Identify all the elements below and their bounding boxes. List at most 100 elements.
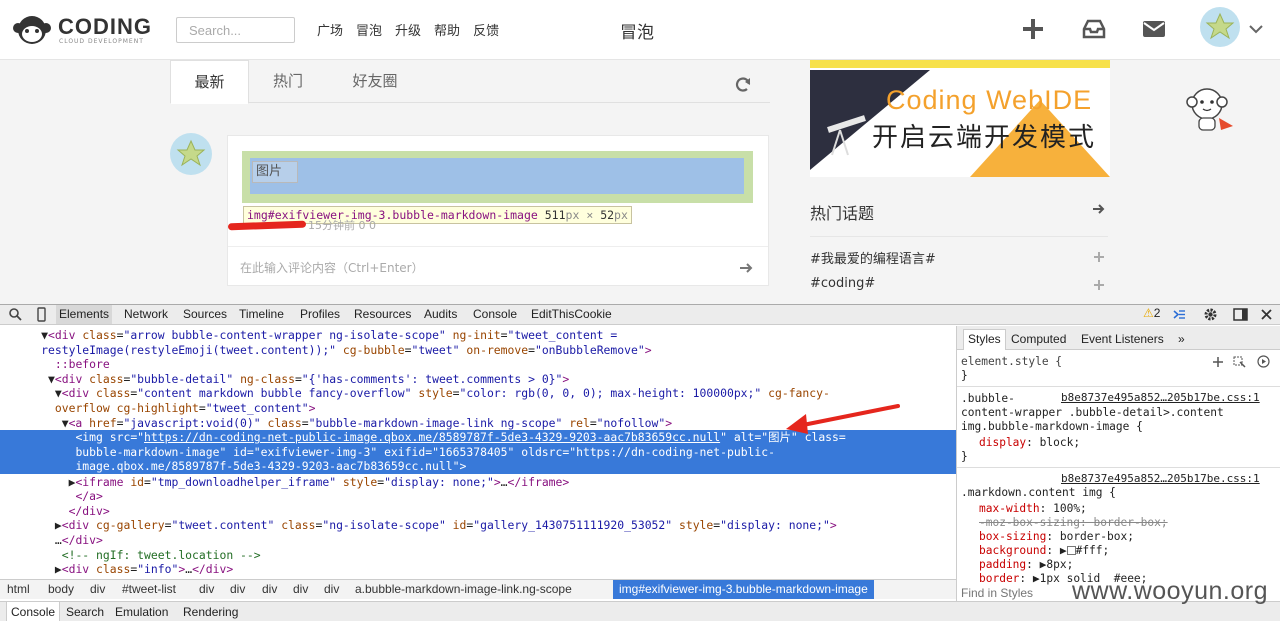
dom-node[interactable]: ▼<div class="arrow bubble-content-wrappe… [0,328,956,343]
nav-link-upgrade[interactable]: 升级 [395,20,421,39]
drawer-tab-search[interactable]: Search [66,602,104,621]
devtools-tab-elements[interactable]: Elements [56,305,113,324]
user-avatar[interactable] [1200,7,1240,47]
css-property-name: background [979,544,1047,557]
comment-input[interactable]: 在此输入评论内容（Ctrl+Enter） [240,259,424,276]
crumb-img-selected[interactable]: img#exifviewer-img-3.bubble-markdown-ima… [613,580,874,599]
devtools-tab-resources[interactable]: Resources [354,305,411,324]
author-avatar[interactable] [170,133,212,175]
tab-event-listeners[interactable]: Event Listeners [1081,330,1164,350]
nav-link-feedback[interactable]: 反馈 [473,20,499,39]
devtools-tab-editthiscookie[interactable]: EditThisCookie [531,305,612,324]
tooltip-width: 511 [544,208,566,222]
crumb-div[interactable]: div [324,580,339,599]
rule-selector[interactable]: .bubble- [961,392,1015,405]
dom-node[interactable]: ▼<a href="javascript:void(0)" class="bub… [0,416,956,431]
devtools-tab-profiles[interactable]: Profiles [300,305,340,324]
banner-subtitle: 开启云端开发模式 [872,123,1097,153]
dom-node[interactable]: ▶<div class="info">…</div> [0,562,956,577]
tab-latest[interactable]: 最新 [170,60,249,104]
inbox-icon[interactable] [1081,16,1107,42]
tooltip-unit-h: px [614,208,628,222]
plus-icon[interactable] [1093,251,1105,263]
drawer-tab-emulation[interactable]: Emulation [115,602,168,621]
devtools-tab-network[interactable]: Network [124,305,168,324]
devtools-panel: Elements Network Sources Timeline Profil… [0,304,1280,621]
plus-icon[interactable] [1020,16,1046,42]
tab-computed[interactable]: Computed [1011,330,1066,350]
comment-divider [228,246,768,247]
warning-count-value: 2 [1153,306,1161,320]
chevron-down-icon[interactable] [1247,20,1265,38]
rule-source-link[interactable]: b8e8737e495a852…205b17be.css:1 [1061,391,1260,404]
css-property-overridden[interactable]: -moz-box-sizing: border-box; [979,516,1168,529]
crumb-html[interactable]: html [7,580,30,599]
crumb-div[interactable]: div [230,580,245,599]
device-mode-icon[interactable] [34,307,49,322]
refresh-icon[interactable] [734,76,752,94]
gear-icon[interactable] [1203,307,1218,322]
dom-node[interactable]: ▼<div class="bubble-detail" ng-class="{'… [0,372,956,387]
add-rule-icon[interactable] [1212,356,1224,368]
search-input[interactable] [176,17,295,43]
dom-node[interactable]: ▶<iframe id="tmp_downloadhelper_iframe" … [0,475,956,490]
dom-node[interactable]: <!-- ngIf: tweet.location --> [0,548,956,563]
nav-link-square[interactable]: 广场 [317,20,343,39]
dom-node[interactable]: ▶<div cg-gallery="tweet.content" class="… [0,518,956,533]
crumb-div[interactable]: div [199,580,214,599]
devtools-tab-audits[interactable]: Audits [424,305,457,324]
star-avatar-icon [176,139,206,167]
css-property[interactable]: max-width: 100%; [979,502,1087,515]
dom-node[interactable]: ::before [0,357,956,372]
rule-selector[interactable]: content-wrapper .bubble-detail>.content [961,406,1224,419]
topic-item[interactable]: #我最爱的编程语言# [810,248,936,267]
tab-hot[interactable]: 热门 [258,60,318,103]
color-swatch[interactable] [1066,546,1076,555]
element-style-rule[interactable]: element.style { [961,355,1062,368]
dom-node-selected[interactable]: <img src="https://dn-coding-net-public-i… [0,430,956,475]
css-property[interactable]: padding: ▶8px; [979,558,1073,571]
console-drawer-icon[interactable] [1172,307,1187,322]
send-arrow-icon[interactable] [738,260,754,276]
devtools-toolbar: Elements Network Sources Timeline Profil… [0,305,1280,325]
nav-link-help[interactable]: 帮助 [434,20,460,39]
rule-close-brace: } [961,450,968,463]
devtools-tab-console[interactable]: Console [473,305,517,324]
rule-selector[interactable]: img.bubble-markdown-image { [961,420,1143,433]
dock-side-icon[interactable] [1233,307,1248,322]
plus-icon[interactable] [1093,279,1105,291]
close-icon[interactable] [1259,307,1274,322]
crumb-div[interactable]: div [262,580,277,599]
tab-styles[interactable]: Styles [963,329,1006,350]
search-icon[interactable] [8,307,23,322]
crumb-div[interactable]: div [90,580,105,599]
crumb-div[interactable]: div [293,580,308,599]
arrow-right-icon[interactable] [1092,202,1106,216]
css-property[interactable]: background: ▶ #fff; [979,544,1109,557]
tab-friends[interactable]: 好友圈 [340,60,410,103]
devtools-tab-sources[interactable]: Sources [183,305,227,324]
animation-icon[interactable] [1257,355,1270,368]
tab-more[interactable]: » [1178,330,1185,350]
dom-node: overflow cg-highlight="tweet_content"> [54,401,316,415]
drawer-tab-rendering[interactable]: Rendering [183,602,238,621]
nav-link-bubble[interactable]: 冒泡 [356,20,382,39]
rule-source-link[interactable]: b8e8737e495a852…205b17be.css:1 [1061,472,1260,485]
rule-selector[interactable]: .markdown.content img { [961,486,1116,499]
css-property[interactable]: display: block; [979,436,1080,449]
crumb-body[interactable]: body [48,580,74,599]
image-content-highlight [250,158,744,194]
drawer-tab-console[interactable]: Console [6,602,61,621]
coding-logo[interactable]: CODING CLOUD DEVELOPMENT [12,12,162,48]
element-state-icon[interactable] [1233,356,1246,368]
mail-icon[interactable] [1141,16,1167,42]
broken-image[interactable]: 图片 [252,161,298,183]
css-property[interactable]: box-sizing: border-box; [979,530,1134,543]
warning-count[interactable]: ⚠2 [1143,306,1160,320]
crumb-tweet-list[interactable]: #tweet-list [122,580,176,599]
crumb-anchor[interactable]: a.bubble-markdown-image-link.ng-scope [355,580,572,599]
dom-node[interactable]: ▼<div class="content markdown bubble fan… [0,386,956,401]
webide-banner[interactable]: Coding WebIDE 开启云端开发模式 [810,60,1110,177]
topic-item[interactable]: #coding# [810,276,875,291]
devtools-tab-timeline[interactable]: Timeline [239,305,284,324]
